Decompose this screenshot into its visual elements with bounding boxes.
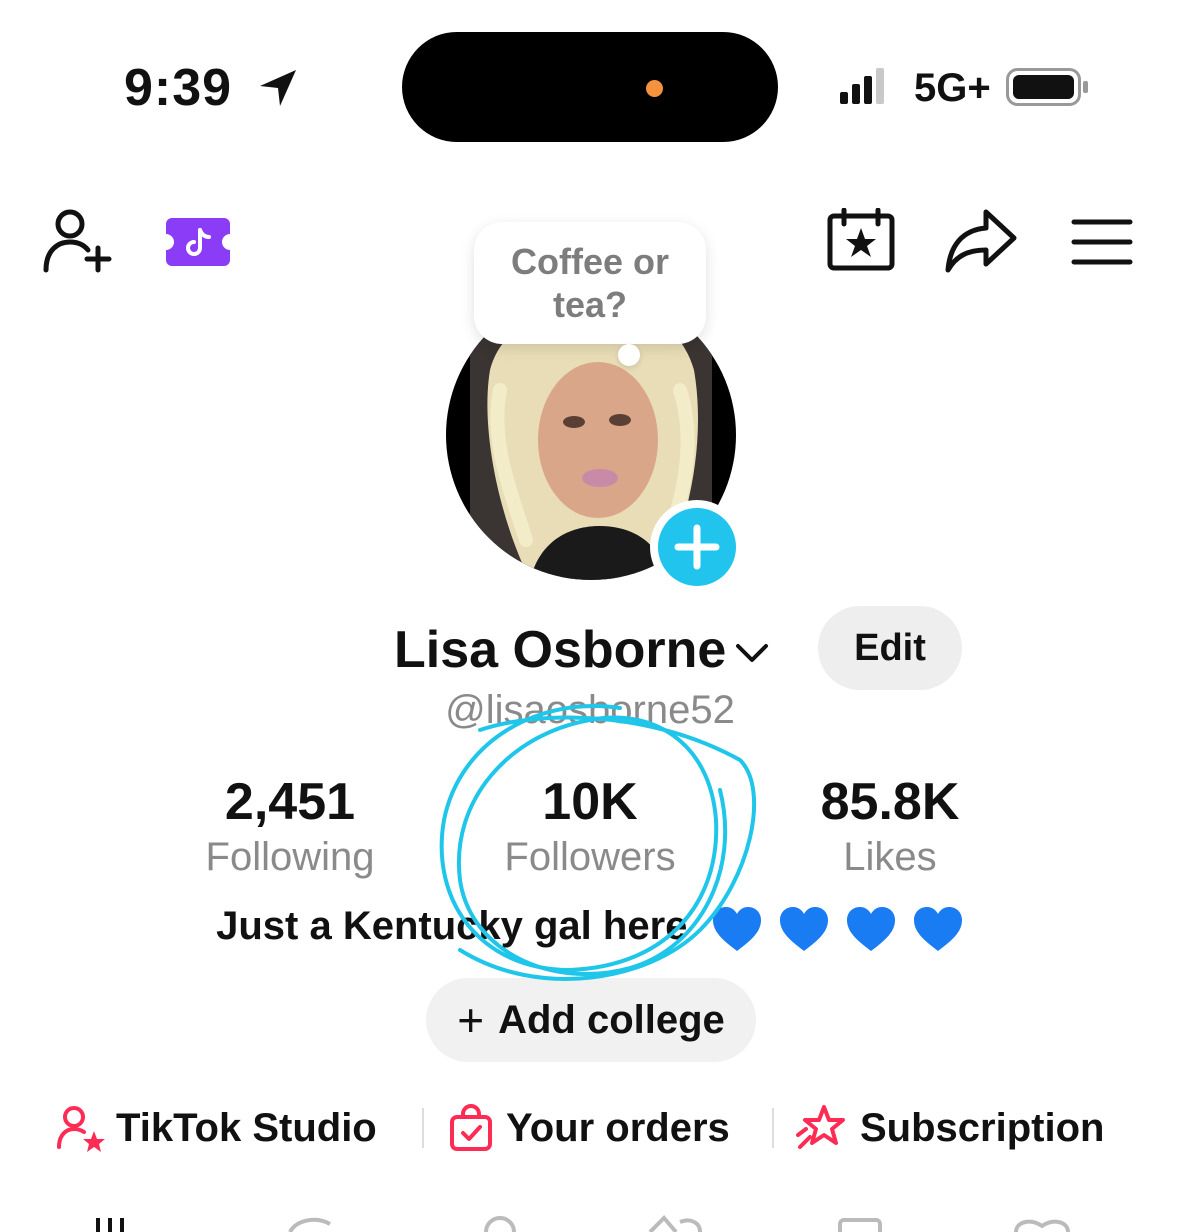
add-friend-icon[interactable] [40, 206, 116, 274]
your-orders-link[interactable]: Your orders [446, 1100, 730, 1156]
status-time: 9:39 [124, 59, 233, 117]
stat-following[interactable]: 2,451 Following [160, 772, 420, 882]
chevron-down-icon[interactable] [732, 638, 772, 668]
edit-profile-button[interactable]: Edit [818, 606, 962, 690]
tool-label-orders: Your orders [506, 1105, 730, 1150]
subscription-link[interactable]: Subscription [796, 1100, 1104, 1156]
plus-icon [674, 524, 720, 570]
likes-label: Likes [843, 835, 937, 879]
studio-icon [57, 1106, 105, 1152]
plus-icon: + [457, 994, 485, 1046]
star-subscription-icon [796, 1105, 845, 1149]
signal-icon [840, 68, 884, 104]
bio: Just a Kentucky gal here [0, 904, 1180, 953]
recording-indicator [646, 80, 663, 97]
note-bubble[interactable]: Coffee or tea? [474, 222, 706, 344]
tiktok-ticket-icon[interactable] [164, 216, 232, 268]
divider [772, 1108, 774, 1148]
following-label: Following [205, 835, 375, 879]
following-count: 2,451 [224, 773, 356, 831]
shopping-bag-icon [450, 1104, 492, 1151]
display-name-row[interactable]: Lisa Osborne [394, 620, 772, 680]
add-college-label: Add college [498, 997, 725, 1042]
divider [422, 1108, 424, 1148]
stat-likes[interactable]: 85.8K Likes [760, 772, 1020, 882]
blue-heart-icon [712, 906, 761, 951]
location-arrow-icon [260, 70, 296, 106]
followers-label: Followers [504, 835, 676, 879]
display-name: Lisa Osborne [394, 621, 727, 679]
menu-icon[interactable] [1070, 216, 1134, 268]
bottom-tab-bar [96, 1215, 1070, 1232]
stat-followers[interactable]: 10K Followers [460, 772, 720, 882]
calendar-star-icon[interactable] [826, 208, 896, 272]
tool-label-subscription: Subscription [860, 1105, 1105, 1150]
bio-text: Just a Kentucky gal here [216, 904, 688, 948]
tool-label-studio: TikTok Studio [116, 1105, 377, 1150]
blue-heart-icon [913, 906, 962, 951]
likes-count: 85.8K [820, 773, 960, 831]
add-avatar-button[interactable] [650, 500, 744, 594]
username-handle: @lisaosborne52 [445, 688, 735, 732]
add-college-button[interactable]: + Add college [426, 978, 756, 1062]
bio-emoji [707, 904, 964, 952]
blue-heart-icon [846, 906, 895, 951]
share-icon[interactable] [942, 206, 1020, 274]
note-text: Coffee or tea? [510, 241, 669, 325]
note-tail [618, 344, 640, 366]
network-label: 5G+ [914, 66, 991, 110]
dynamic-island [402, 32, 778, 142]
blue-heart-icon [779, 906, 828, 951]
followers-count: 10K [542, 773, 638, 831]
battery-icon [1006, 68, 1088, 106]
tiktok-studio-link[interactable]: TikTok Studio [56, 1100, 377, 1156]
